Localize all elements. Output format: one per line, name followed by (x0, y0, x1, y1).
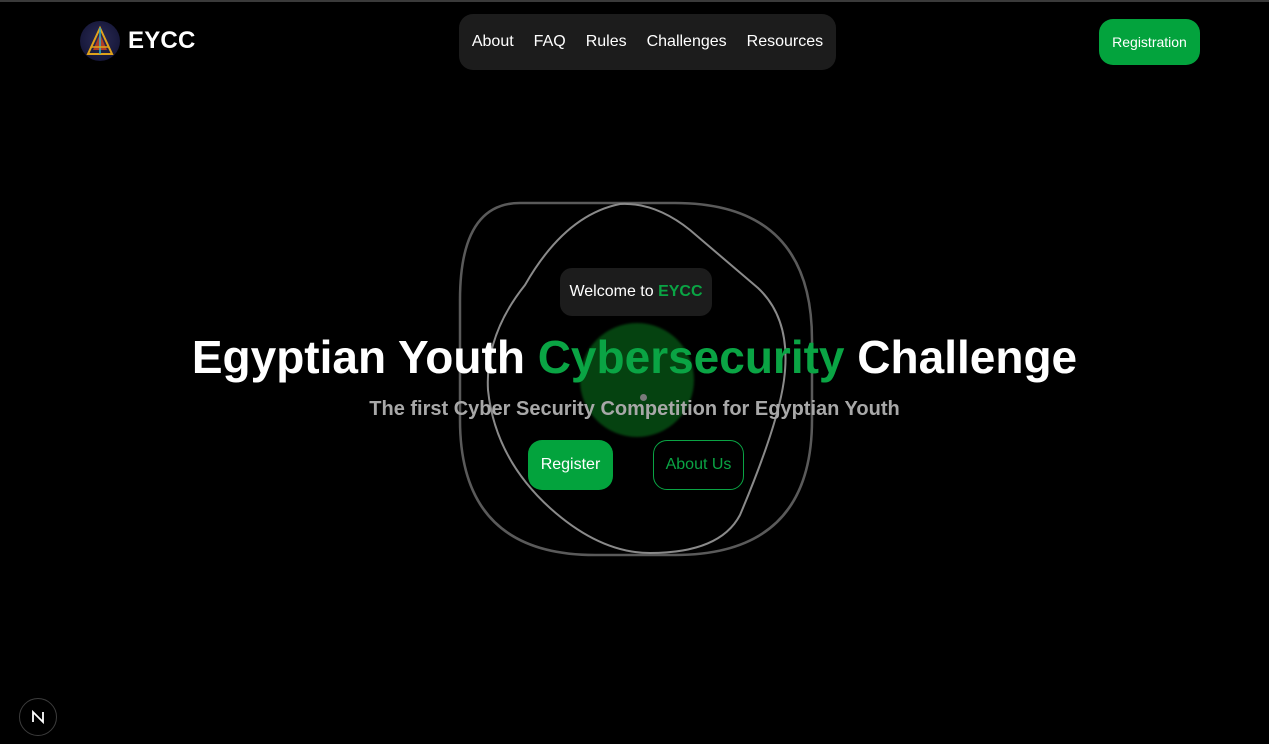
title-part2: Challenge (844, 331, 1078, 383)
nav-rules[interactable]: Rules (586, 33, 627, 51)
title-part1: Egyptian Youth (191, 331, 538, 383)
main-nav: About FAQ Rules Challenges Resources (459, 14, 836, 70)
about-us-button[interactable]: About Us (653, 440, 744, 490)
pyramid-logo-icon (80, 21, 120, 61)
register-button[interactable]: Register (528, 440, 613, 490)
nav-about[interactable]: About (472, 33, 514, 51)
title-accent: Cybersecurity (537, 331, 845, 383)
dev-badge[interactable] (19, 698, 57, 736)
brand-name: EYCC (128, 27, 196, 54)
nav-faq[interactable]: FAQ (534, 33, 566, 51)
nav-resources[interactable]: Resources (747, 33, 823, 51)
welcome-prefix: Welcome to (569, 283, 659, 300)
welcome-pill: Welcome to EYCC (560, 268, 712, 316)
cursor-dot (640, 394, 647, 401)
hero-title: Egyptian Youth Cybersecurity Challenge (0, 330, 1269, 384)
hero-subtitle: The first Cyber Security Competition for… (369, 398, 900, 420)
brand-logo[interactable]: EYCC (80, 21, 195, 61)
n-logo-icon (32, 709, 44, 725)
welcome-brand: EYCC (658, 283, 703, 300)
registration-button[interactable]: Registration (1099, 19, 1200, 65)
nav-challenges[interactable]: Challenges (647, 33, 727, 51)
top-border (0, 0, 1269, 2)
